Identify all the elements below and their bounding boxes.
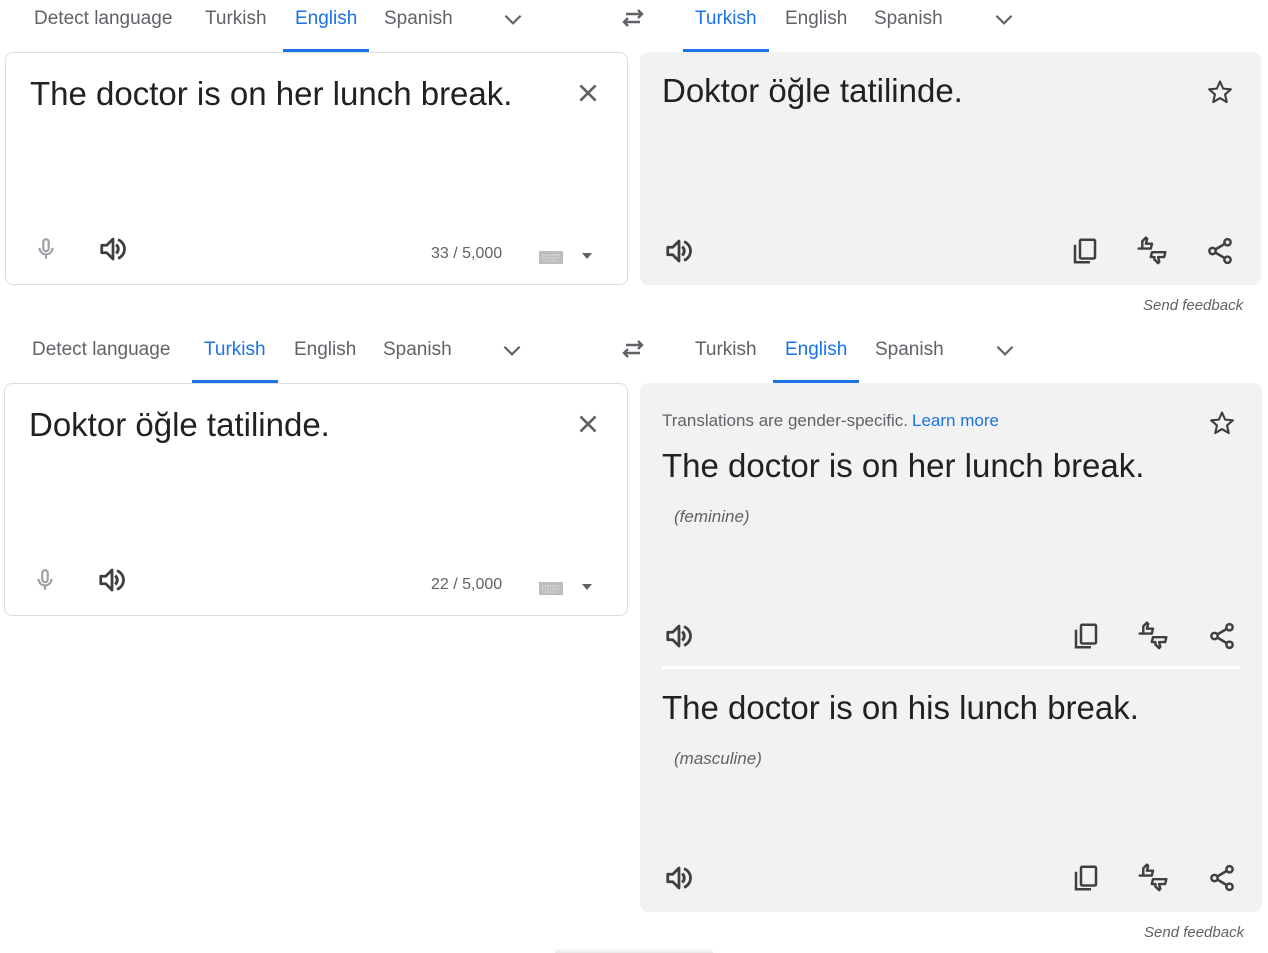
microphone-icon [32,567,58,593]
tab-spanish[interactable]: Spanish [862,0,955,52]
save-translation-button[interactable] [1202,74,1238,110]
tab-english[interactable]: English [282,331,368,383]
panel1-target-language-tabs: Turkish English Spanish [683,0,1083,52]
send-feedback-link[interactable]: Send feedback [1144,924,1244,941]
gender-label-masculine: (masculine) [674,749,762,768]
star-icon [1208,409,1236,437]
swap-languages-icon[interactable] [618,3,648,33]
tab-spanish[interactable]: Spanish [371,331,464,383]
copy-icon [1071,621,1101,651]
tab-detect-language[interactable]: Detect language [20,331,182,383]
save-translation-button[interactable] [1204,405,1240,441]
tab-spanish[interactable]: Spanish [372,0,465,52]
close-icon [575,80,601,106]
chevron-down-icon[interactable] [500,6,526,32]
translation-divider [662,666,1240,669]
share-icon [1207,863,1237,893]
listen-translation-button[interactable] [661,233,697,269]
tab-english[interactable]: English [283,0,370,52]
gender-specific-note: Translations are gender-specific. Learn m… [662,411,999,431]
listen-translation-button[interactable] [661,860,697,896]
chevron-down-icon[interactable] [499,337,525,363]
microphone-icon [33,236,59,262]
speaker-icon [98,234,128,264]
clear-source-button[interactable] [570,406,606,442]
dropdown-arrow-icon[interactable] [581,583,593,591]
voice-input-button[interactable] [27,562,63,598]
tab-detect-language[interactable]: Detect language [22,0,184,52]
tab-turkish[interactable]: Turkish [683,0,769,52]
share-icon [1205,236,1235,266]
gender-label-feminine: (feminine) [674,507,750,526]
panel1-source-language-tabs: Detect language Turkish English Spanish [22,0,582,52]
source-text-input[interactable]: Doktor öğle tatilinde. [29,406,330,444]
chevron-down-icon[interactable] [991,6,1017,32]
clear-source-button[interactable] [570,75,606,111]
rate-translation-button[interactable] [1135,618,1171,654]
tab-english[interactable]: English [773,0,859,52]
tab-turkish[interactable]: Turkish [683,331,769,383]
keyboard-icon[interactable] [539,580,563,596]
copy-translation-button[interactable] [1068,618,1104,654]
translation-text-feminine: The doctor is on her lunch break. [662,447,1145,484]
voice-input-button[interactable] [28,231,64,267]
translation-text-masculine: The doctor is on his lunch break. [662,689,1139,726]
thumbs-rating-icon [1136,619,1170,653]
panel2-source-language-tabs: Detect language Turkish English Spanish [20,331,580,383]
copy-translation-button[interactable] [1067,233,1103,269]
rate-translation-button[interactable] [1135,860,1171,896]
copy-translation-button[interactable] [1068,860,1104,896]
learn-more-link[interactable]: Learn more [912,411,999,430]
tab-turkish[interactable]: Turkish [193,0,279,52]
speaker-icon [664,863,694,893]
close-icon [575,411,601,437]
speaker-icon [97,565,127,595]
character-counter: 33 / 5,000 [431,245,503,262]
share-translation-button[interactable] [1202,233,1238,269]
copy-icon [1071,863,1101,893]
chevron-down-icon[interactable] [992,337,1018,363]
thumbs-rating-icon [1136,861,1170,895]
tab-spanish[interactable]: Spanish [863,331,956,383]
rate-translation-button[interactable] [1134,233,1170,269]
listen-source-button[interactable] [94,562,130,598]
thumbs-rating-icon [1135,234,1169,268]
source-text-box[interactable]: Doktor öğle tatilinde. 22 / 5,000 [4,383,628,616]
bottom-panel-edge [555,948,713,953]
panel2-target-language-tabs: Turkish English Spanish [683,331,1083,383]
gender-note-text: Translations are gender-specific. [662,411,908,430]
listen-translation-button[interactable] [661,618,697,654]
source-text-input[interactable]: The doctor is on her lunch break. [30,75,512,113]
share-translation-button[interactable] [1204,860,1240,896]
swap-languages-icon[interactable] [618,334,648,364]
share-icon [1207,621,1237,651]
tab-turkish[interactable]: Turkish [192,331,278,383]
source-text-box[interactable]: The doctor is on her lunch break. 33 / 5… [5,52,628,285]
star-icon [1206,78,1234,106]
character-counter: 22 / 5,000 [431,576,503,593]
keyboard-icon[interactable] [539,249,563,265]
copy-icon [1070,236,1100,266]
speaker-icon [664,621,694,651]
translation-box: Doktor öğle tatilinde. [640,52,1261,285]
listen-source-button[interactable] [95,231,131,267]
speaker-icon [664,236,694,266]
translation-box: Translations are gender-specific. Learn m… [640,383,1262,912]
tab-english[interactable]: English [773,331,860,383]
share-translation-button[interactable] [1204,618,1240,654]
translation-text: Doktor öğle tatilinde. [662,72,963,109]
dropdown-arrow-icon[interactable] [581,252,593,260]
send-feedback-link[interactable]: Send feedback [1143,297,1243,314]
